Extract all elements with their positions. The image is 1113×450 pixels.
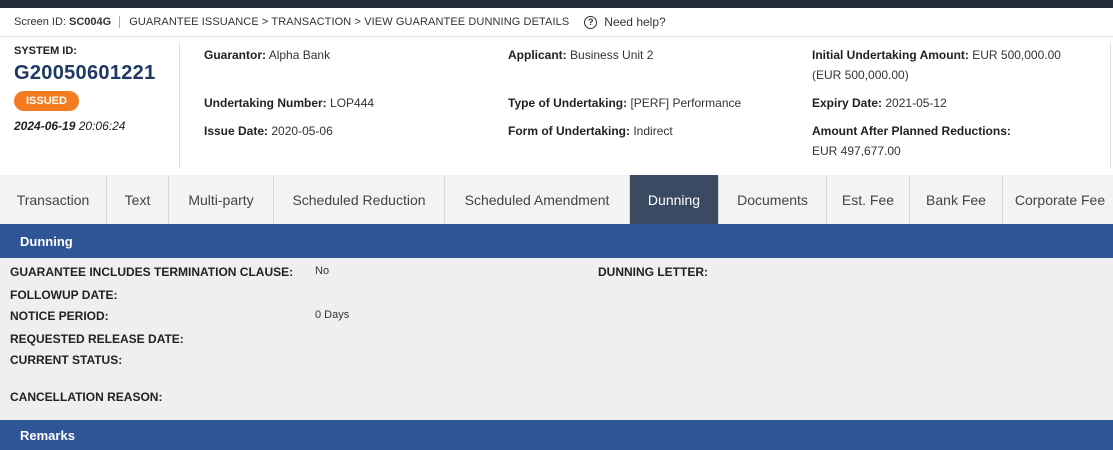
tab-documents[interactable]: Documents [719,175,827,224]
form-value: Indirect [633,124,673,138]
help-link[interactable]: ? Need help? [584,15,666,29]
termination-clause-label: GUARANTEE INCLUDES TERMINATION CLAUSE: [10,265,294,279]
tab-est-fee[interactable]: Est. Fee [827,175,910,224]
system-id-value: G20050601221 [14,62,156,84]
dunning-panel: GUARANTEE INCLUDES TERMINATION CLAUSE: N… [0,258,1113,420]
guarantor-field: Guarantor: Alpha Bank [204,45,330,65]
issue-date-field: Issue Date: 2020-05-06 [204,121,333,141]
tab-bar: Transaction Text Multi-party Scheduled R… [0,175,1113,225]
guarantor-value: Alpha Bank [268,48,331,62]
screen-info-bar: Screen ID: SC004G GUARANTEE ISSUANCE > T… [0,8,1113,36]
issue-date-value: 2020-05-06 [271,124,333,138]
timestamp: 2024-06-19 20:06:24 [14,119,174,133]
help-label: Need help? [604,15,666,29]
breadcrumb: GUARANTEE ISSUANCE > TRANSACTION > VIEW … [129,16,570,28]
tab-scheduled-amendment[interactable]: Scheduled Amendment [445,175,630,224]
current-status-label: CURRENT STATUS: [10,353,123,367]
initial-amount-label: Initial Undertaking Amount: [812,48,969,62]
initial-amount-sub: (EUR 500,000.00) [812,68,909,82]
initial-amount-field: Initial Undertaking Amount: EUR 500,000.… [812,45,1102,85]
after-reductions-field: Amount After Planned Reductions: EUR 497,… [812,121,1102,161]
transaction-summary: SYSTEM ID: G20050601221 ISSUED 2024-06-1… [0,36,1113,176]
expiry-label: Expiry Date: [812,96,883,110]
type-label: Type of Undertaking: [508,96,628,110]
expiry-field: Expiry Date: 2021-05-12 [812,93,947,113]
dunning-section-header: Dunning [0,224,1113,258]
timestamp-time: 20:06:24 [78,119,126,133]
remarks-section-header: Remarks [0,420,1113,450]
undertaking-number-value: LOP444 [330,96,375,110]
notice-period-label: NOTICE PERIOD: [10,309,109,323]
cancellation-reason-label: CANCELLATION REASON: [10,390,163,404]
dunning-letter-label: DUNNING LETTER: [598,265,708,279]
tab-corporate-fee[interactable]: Corporate Fee [1003,175,1113,224]
applicant-value: Business Unit 2 [570,48,654,62]
expiry-value: 2021-05-12 [885,96,947,110]
tab-dunning[interactable]: Dunning [630,175,719,224]
question-circle-icon: ? [584,15,598,29]
tab-scheduled-reduction[interactable]: Scheduled Reduction [274,175,445,224]
guarantor-label: Guarantor: [204,48,267,62]
tab-text[interactable]: Text [107,175,169,224]
screen-id-value: SC004G [69,16,112,28]
tab-transaction[interactable]: Transaction [0,175,107,224]
applicant-field: Applicant: Business Unit 2 [508,45,653,65]
screen-id-label: Screen ID: [14,16,66,28]
form-label: Form of Undertaking: [508,124,630,138]
screen-id: Screen ID: SC004G [0,16,121,28]
undertaking-number-field: Undertaking Number: LOP444 [204,93,374,113]
notice-period-value: 0 Days [315,309,350,321]
type-field: Type of Undertaking: [PERF] Performance [508,93,741,113]
after-reductions-label: Amount After Planned Reductions: [812,124,1011,138]
timestamp-date: 2024-06-19 [14,119,76,133]
system-id-block: SYSTEM ID: G20050601221 ISSUED 2024-06-1… [14,45,174,133]
system-id-label: SYSTEM ID: [14,45,77,57]
summary-right-divider [1110,43,1111,167]
top-bar [0,0,1113,8]
termination-clause-value: No [315,265,330,277]
applicant-label: Applicant: [508,48,567,62]
type-value: [PERF] Performance [630,96,742,110]
summary-divider [179,43,180,167]
undertaking-number-label: Undertaking Number: [204,96,327,110]
tab-multi-party[interactable]: Multi-party [169,175,274,224]
followup-date-label: FOLLOWUP DATE: [10,288,118,302]
tab-bank-fee[interactable]: Bank Fee [910,175,1003,224]
status-badge: ISSUED [14,91,79,111]
after-reductions-value: EUR 497,677.00 [812,144,901,158]
issue-date-label: Issue Date: [204,124,269,138]
form-field: Form of Undertaking: Indirect [508,121,673,141]
initial-amount-value: EUR 500,000.00 [972,48,1061,62]
requested-release-date-label: REQUESTED RELEASE DATE: [10,332,184,346]
